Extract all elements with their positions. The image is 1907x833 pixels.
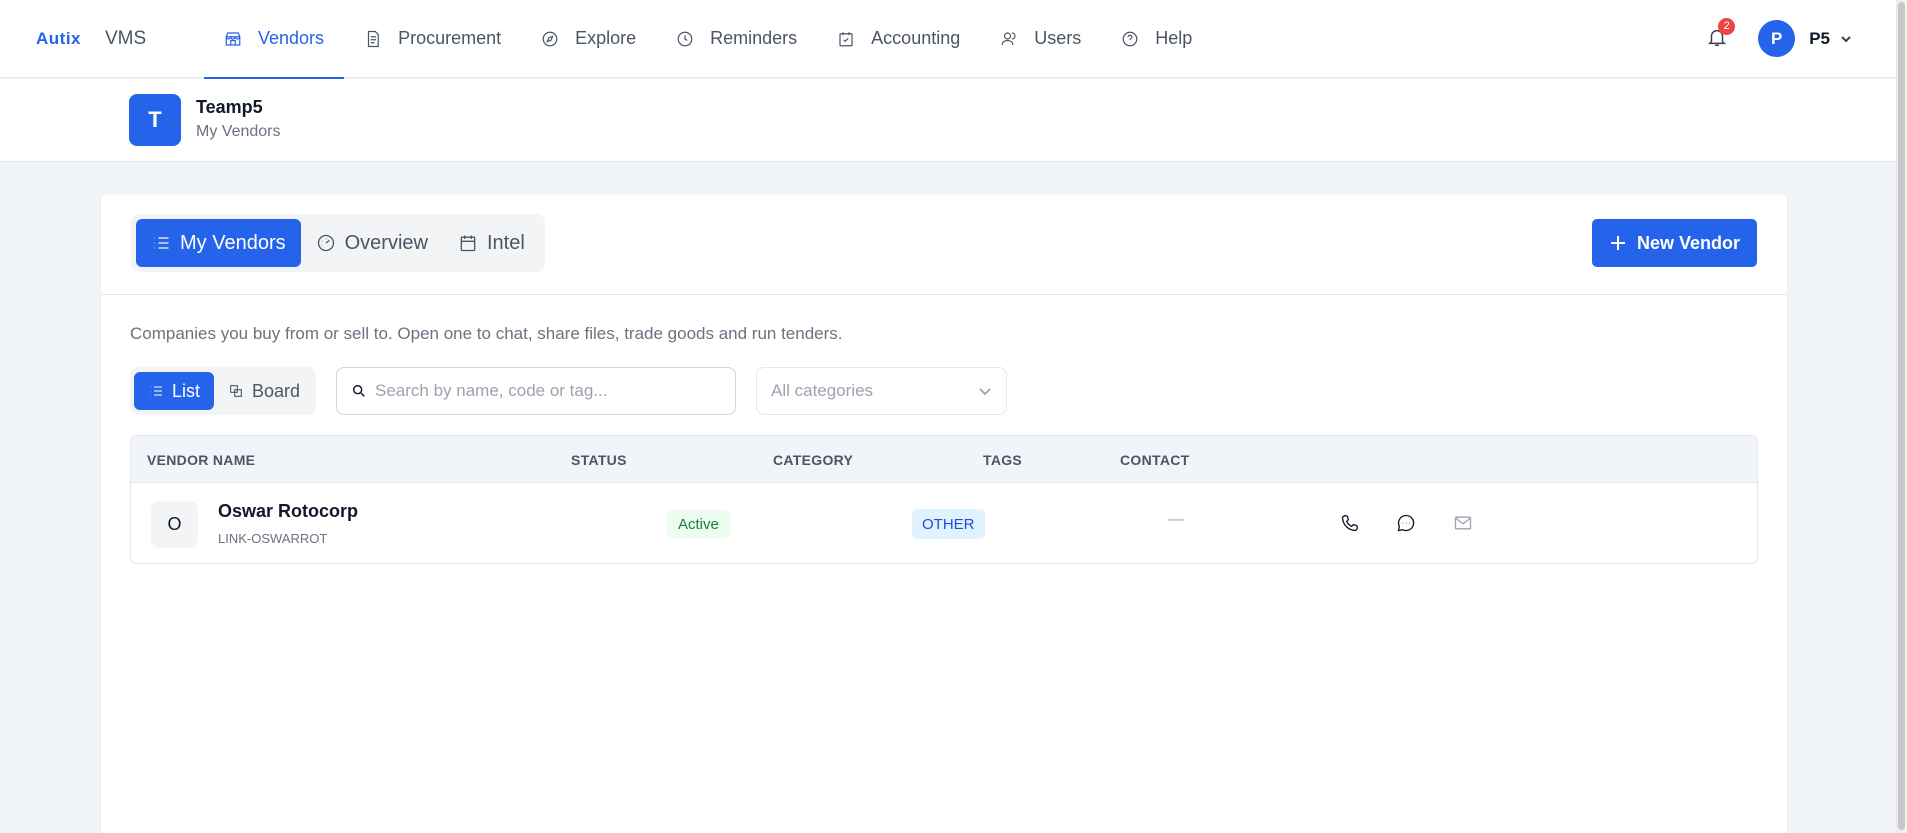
table-row[interactable]: O Oswar Rotocorp LINK-OSWARROT Active OT… — [131, 483, 1757, 563]
nav-label: Vendors — [258, 28, 325, 48]
top-navigation: Autix VMS Vendors Procurement Explore Re… — [0, 0, 1896, 79]
tab-label: My Vendors — [180, 231, 286, 254]
email-button[interactable] — [1453, 513, 1473, 533]
chevron-down-icon[interactable] — [1840, 33, 1852, 45]
clock-icon — [677, 31, 693, 46]
mail-icon — [1454, 516, 1472, 530]
page-scrollbar[interactable] — [1896, 0, 1907, 833]
vendor-search[interactable] — [336, 367, 736, 415]
card-header: My Vendors Overview Intel New Vendor — [101, 194, 1787, 295]
nav-label: Explore — [575, 28, 637, 48]
column-tags: TAGS — [983, 452, 1023, 468]
tab-my-vendors[interactable]: My Vendors — [136, 219, 301, 267]
nav-right: 2 P P5 — [1706, 17, 1852, 57]
brand-product: VMS — [105, 27, 147, 49]
category-select[interactable]: All categories — [756, 367, 1007, 415]
column-status: STATUS — [571, 452, 627, 468]
chat-icon — [1397, 514, 1415, 532]
team-subtitle: My Vendors — [196, 123, 281, 140]
view-board-button[interactable]: Board — [214, 372, 314, 410]
vendor-name[interactable]: Oswar Rotocorp — [218, 501, 358, 522]
tab-label: Overview — [344, 231, 428, 254]
nav-label: Users — [1034, 28, 1082, 48]
nav-item-help[interactable]: Help — [1101, 0, 1212, 78]
plus-icon — [1610, 236, 1625, 250]
brand-logo[interactable]: Autix — [36, 29, 81, 49]
column-contact: CONTACT — [1120, 452, 1190, 468]
column-category: CATEGORY — [773, 452, 854, 468]
nav-item-vendors[interactable]: Vendors — [204, 0, 345, 79]
document-icon — [367, 30, 379, 47]
store-icon — [225, 31, 241, 46]
phone-button[interactable] — [1340, 513, 1360, 533]
board-icon — [230, 385, 242, 397]
view-board-label: Board — [252, 380, 301, 401]
vendor-avatar: O — [151, 501, 198, 548]
nav-label: Help — [1155, 28, 1193, 48]
tab-label: Intel — [486, 231, 525, 254]
nav-label: Reminders — [710, 28, 798, 48]
tags-empty: — — [1168, 511, 1184, 528]
team-name: Teamp5 — [196, 97, 263, 117]
category-select-value: All categories — [771, 381, 874, 400]
nav-item-explore[interactable]: Explore — [521, 0, 656, 78]
nav-item-users[interactable]: Users — [980, 0, 1101, 78]
nav-item-reminders[interactable]: Reminders — [656, 0, 817, 78]
calendar-check-icon — [839, 31, 853, 46]
vendor-code: LINK-OSWARROT — [218, 531, 328, 546]
new-vendor-label: New Vendor — [1636, 232, 1741, 253]
category-badge: OTHER — [912, 509, 985, 539]
nav-item-procurement[interactable]: Procurement — [344, 0, 521, 78]
user-name[interactable]: P5 — [1809, 29, 1830, 49]
gauge-icon — [317, 234, 334, 252]
help-circle-icon — [1122, 31, 1138, 46]
compass-icon — [542, 31, 558, 46]
scrollbar-thumb[interactable] — [1898, 2, 1905, 830]
tab-intel[interactable]: Intel — [443, 219, 540, 267]
column-vendor-name: VENDOR NAME — [147, 452, 256, 468]
vendors-table: VENDOR NAME STATUS CATEGORY TAGS CONTACT… — [130, 435, 1758, 564]
page-description: Companies you buy from or sell to. Open … — [130, 324, 843, 343]
notifications-button[interactable]: 2 — [1706, 17, 1736, 52]
user-avatar[interactable]: P — [1758, 20, 1796, 57]
brand[interactable]: Autix VMS — [36, 28, 204, 50]
chevron-down-icon — [979, 388, 991, 396]
tab-overview[interactable]: Overview — [301, 219, 443, 267]
list-icon — [154, 237, 169, 249]
chat-button[interactable] — [1396, 513, 1416, 533]
search-icon — [352, 384, 365, 397]
section-tabs: My Vendors Overview Intel — [131, 214, 545, 272]
nav-label: Accounting — [871, 28, 961, 48]
main-nav: Vendors Procurement Explore Reminders Ac… — [204, 0, 1212, 79]
nav-item-accounting[interactable]: Accounting — [817, 0, 980, 78]
list-icon — [150, 386, 162, 396]
new-vendor-button[interactable]: New Vendor — [1592, 219, 1757, 267]
view-toggle: List Board — [130, 367, 316, 415]
phone-icon — [1341, 514, 1359, 532]
nav-label: Procurement — [398, 28, 502, 48]
team-avatar: T — [129, 94, 181, 146]
status-badge: Active — [667, 510, 730, 538]
vendors-card: My Vendors Overview Intel New Vendor Com… — [100, 193, 1788, 833]
view-list-label: List — [172, 380, 201, 401]
calendar-icon — [460, 235, 476, 252]
search-input[interactable] — [375, 381, 715, 401]
notification-count-badge: 2 — [1718, 17, 1736, 35]
team-header: T Teamp5 My Vendors — [0, 79, 1896, 162]
table-header: VENDOR NAME STATUS CATEGORY TAGS CONTACT — [131, 436, 1757, 483]
users-icon — [1001, 31, 1016, 45]
view-list-button[interactable]: List — [134, 372, 215, 410]
